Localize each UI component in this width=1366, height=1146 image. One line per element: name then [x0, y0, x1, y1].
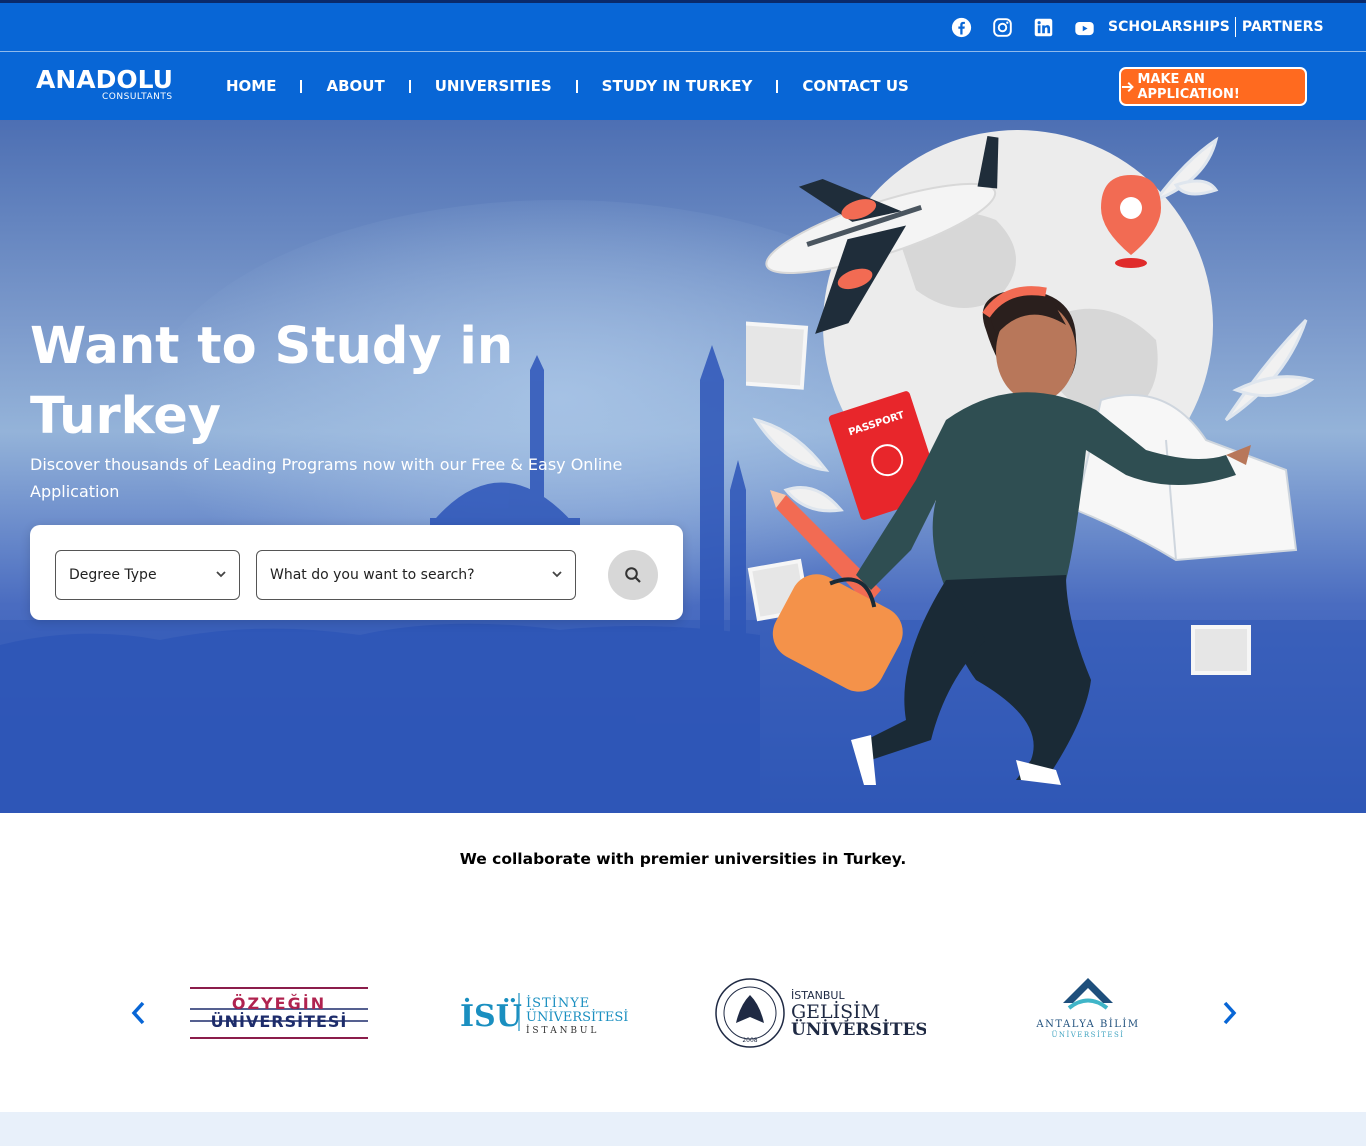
nav-item-study-in-turkey[interactable]: STUDY IN TURKEY	[602, 77, 753, 95]
nav-divider	[408, 79, 411, 93]
carousel-prev-button[interactable]	[128, 998, 152, 1028]
gelisim-line2: ÜNİVERSİTESİ	[791, 1019, 926, 1040]
chevron-down-icon	[552, 571, 562, 578]
university-logo-gelisim[interactable]: 2008 İSTANBUL GELİŞİM ÜNİVERSİTESİ	[714, 975, 936, 1051]
youtube-icon[interactable]	[1073, 18, 1097, 40]
nav-item-contact-us[interactable]: CONTACT US	[802, 77, 908, 95]
gelisim-seal-year: 2008	[742, 1037, 757, 1044]
nav-item-universities[interactable]: UNIVERSITIES	[435, 77, 552, 95]
search-panel: Degree Type What do you want to search?	[30, 525, 683, 620]
chevron-left-icon	[131, 1001, 145, 1025]
istinye-mark: İSÜ	[460, 997, 522, 1034]
program-search-select[interactable]: What do you want to search?	[256, 550, 576, 600]
istinye-line2: ÜNİVERSİTESİ	[526, 1008, 628, 1025]
brand-logo[interactable]: ANADOLU CONSULTANTS	[36, 65, 173, 103]
antalya-line1: ANTALYA BİLİM	[1035, 1018, 1139, 1030]
instagram-icon[interactable]	[992, 17, 1014, 39]
university-logo-ozyegin[interactable]: ÖZYEĞİN ÜNİVERSİTESİ	[188, 975, 370, 1051]
nav-item-about[interactable]: ABOUT	[326, 77, 384, 95]
hero-title: Want to Study in Turkey	[30, 317, 514, 446]
chevron-right-icon	[1223, 1001, 1237, 1025]
program-search-value: What do you want to search?	[270, 567, 475, 583]
hero-section: PASSPORT Want to Study in Turkey Discove…	[0, 120, 1366, 813]
student-travel-illustration: PASSPORT	[746, 130, 1315, 785]
nav-divider	[575, 79, 578, 93]
search-icon	[625, 567, 641, 583]
hero-subtitle: Discover thousands of Leading Programs n…	[30, 455, 623, 501]
top-bar: SCHOLARSHIPS PARTNERS	[0, 0, 1366, 52]
ozyegin-line1: ÖZYEĞİN	[232, 994, 326, 1013]
partners-link[interactable]: PARTNERS	[1242, 19, 1324, 35]
search-button[interactable]	[608, 550, 658, 600]
istinye-line3: İ S T A N B U L	[526, 1024, 596, 1036]
scholarships-link[interactable]: SCHOLARSHIPS	[1108, 19, 1230, 35]
antalya-line2: ÜNİVERSİTESİ	[1051, 1030, 1124, 1039]
nav-menu: HOME ABOUT UNIVERSITIES STUDY IN TURKEY …	[226, 77, 909, 95]
istinye-line1: İSTİNYE	[526, 994, 590, 1011]
brand-name: ANADOLU	[36, 65, 173, 94]
make-application-label: MAKE AN APPLICATION!	[1137, 71, 1240, 102]
next-section-strip	[0, 1112, 1366, 1146]
brand-tagline: CONSULTANTS	[102, 92, 173, 102]
degree-type-value: Degree Type	[69, 567, 157, 583]
chevron-down-icon	[216, 571, 226, 578]
top-links: SCHOLARSHIPS PARTNERS	[1108, 17, 1324, 37]
main-navbar: ANADOLU CONSULTANTS HOME ABOUT UNIVERSIT…	[0, 52, 1366, 120]
carousel-next-button[interactable]	[1218, 998, 1242, 1028]
make-application-button[interactable]: MAKE AN APPLICATION!	[1119, 67, 1307, 106]
degree-type-select[interactable]: Degree Type	[55, 550, 240, 600]
partners-heading: We collaborate with premier universities…	[459, 850, 907, 868]
arrow-right-icon	[1121, 81, 1134, 92]
university-logo-antalya-bilim[interactable]: ANTALYA BİLİM ÜNİVERSİTESİ	[1033, 975, 1143, 1051]
nav-divider	[300, 79, 303, 93]
top-link-divider	[1234, 17, 1236, 37]
nav-divider	[776, 79, 779, 93]
nav-item-home[interactable]: HOME	[226, 77, 276, 95]
facebook-icon[interactable]	[951, 17, 973, 39]
university-logo-istinye[interactable]: İSÜ İSTİNYE ÜNİVERSİTESİ İ S T A N B U L	[460, 975, 640, 1051]
ozyegin-line2: ÜNİVERSİTESİ	[211, 1012, 348, 1031]
linkedin-icon[interactable]	[1033, 17, 1055, 39]
